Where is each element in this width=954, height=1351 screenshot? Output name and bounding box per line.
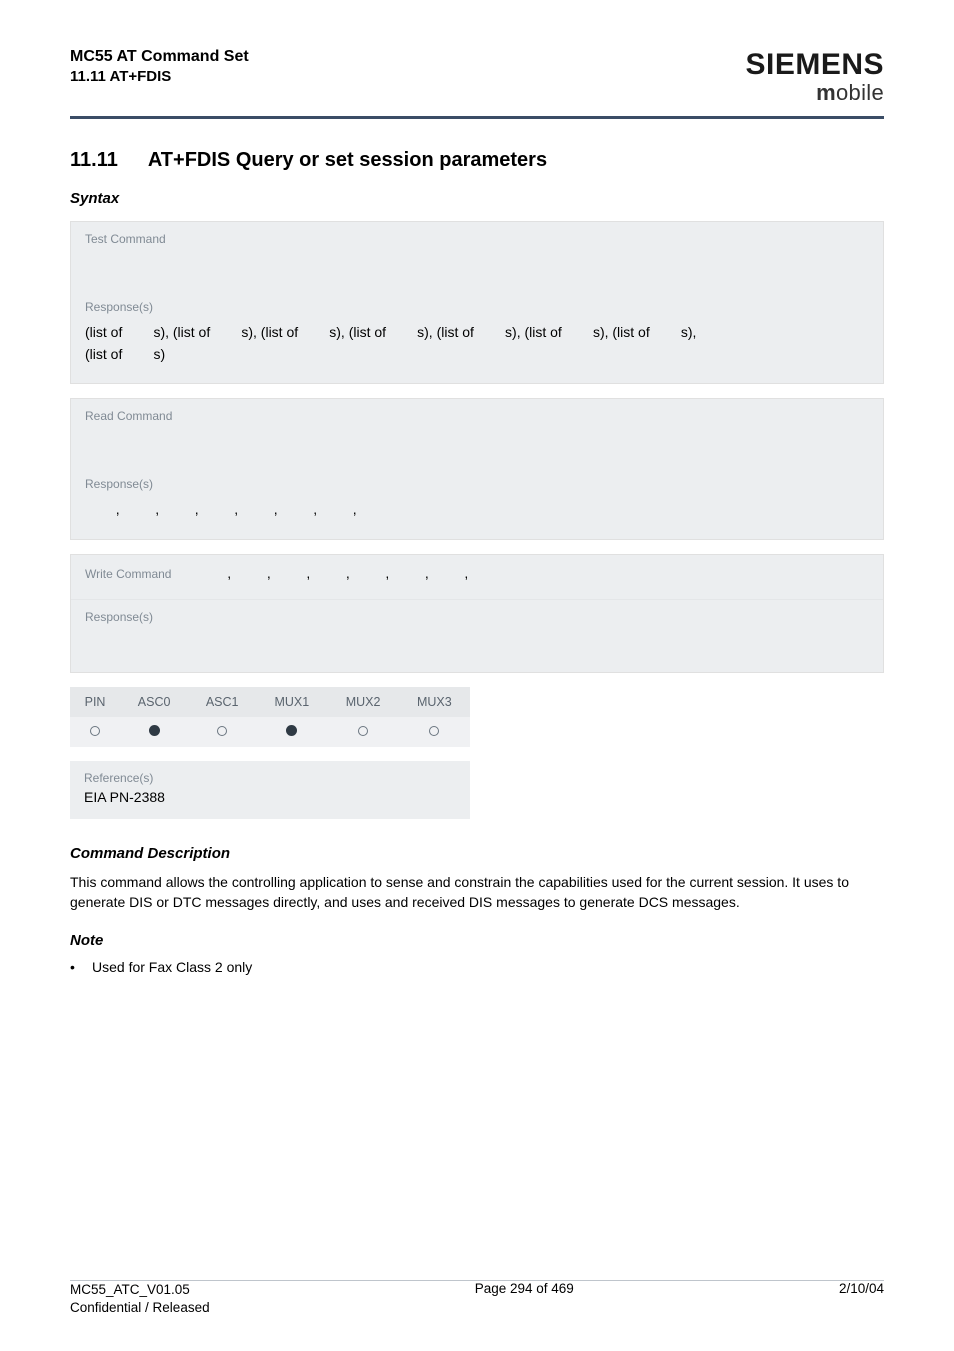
reference-block: Reference(s) EIA PN-2388 bbox=[70, 761, 470, 819]
test-command-block: Test Command Response(s) (list of s), (l… bbox=[70, 221, 884, 384]
col-mux2: MUX2 bbox=[327, 687, 398, 717]
test-command-label: Test Command bbox=[71, 222, 883, 250]
table-row bbox=[70, 717, 470, 747]
footer-version: MC55_ATC_V01.05 bbox=[70, 1281, 210, 1299]
header-left: MC55 AT Command Set 11.11 AT+FDIS bbox=[70, 48, 249, 85]
page-footer: MC55_ATC_V01.05 Confidential / Released … bbox=[70, 1281, 884, 1317]
circle-open-icon bbox=[217, 726, 227, 736]
circle-open-icon bbox=[429, 726, 439, 736]
header-rule bbox=[70, 116, 884, 119]
cell-mux3 bbox=[399, 717, 470, 747]
support-matrix: PIN ASC0 ASC1 MUX1 MUX2 MUX3 bbox=[70, 687, 470, 747]
tagline-rest: obile bbox=[836, 80, 884, 105]
note-bullet-text: Used for Fax Class 2 only bbox=[92, 959, 252, 975]
reference-label: Reference(s) bbox=[70, 761, 470, 787]
footer-left: MC55_ATC_V01.05 Confidential / Released bbox=[70, 1281, 210, 1317]
header-right: SIEMENS mobile bbox=[745, 48, 884, 106]
cell-asc0 bbox=[120, 717, 188, 747]
read-response-body: , , , , , , , bbox=[71, 495, 883, 539]
col-mux3: MUX3 bbox=[399, 687, 470, 717]
col-asc0: ASC0 bbox=[120, 687, 188, 717]
col-asc1: ASC1 bbox=[188, 687, 256, 717]
bullet-icon: • bbox=[70, 959, 78, 975]
section-number: 11.11 bbox=[70, 149, 118, 172]
test-response-line1: (list of s), (list of s), (list of s), (… bbox=[85, 322, 869, 344]
doc-subtitle: 11.11 AT+FDIS bbox=[70, 68, 249, 85]
col-mux1: MUX1 bbox=[256, 687, 327, 717]
test-response-line2: (list of s) bbox=[85, 344, 869, 366]
support-matrix-table: PIN ASC0 ASC1 MUX1 MUX2 MUX3 bbox=[70, 687, 470, 747]
read-command-label: Read Command bbox=[71, 399, 883, 427]
read-response-label: Response(s) bbox=[71, 467, 883, 495]
section-heading: 11.11 AT+FDIS Query or set session param… bbox=[70, 149, 884, 172]
circle-open-icon bbox=[90, 726, 100, 736]
cell-mux2 bbox=[327, 717, 398, 747]
circle-filled-icon bbox=[286, 725, 297, 736]
tagline-m: m bbox=[816, 80, 836, 105]
cell-asc1 bbox=[188, 717, 256, 747]
footer-confidential: Confidential / Released bbox=[70, 1299, 210, 1317]
doc-title: MC55 AT Command Set bbox=[70, 48, 249, 66]
footer-page: Page 294 of 469 bbox=[475, 1281, 574, 1317]
command-description-text: This command allows the controlling appl… bbox=[70, 872, 884, 913]
page-header: MC55 AT Command Set 11.11 AT+FDIS SIEMEN… bbox=[70, 48, 884, 106]
footer-date: 2/10/04 bbox=[839, 1281, 884, 1317]
reference-value: EIA PN-2388 bbox=[70, 787, 470, 819]
write-command-row: Write Command , , , , , , , bbox=[71, 555, 883, 599]
brand-logo: SIEMENS bbox=[745, 48, 884, 82]
write-command-block: Write Command , , , , , , , Response(s) bbox=[70, 554, 884, 673]
test-response-body: (list of s), (list of s), (list of s), (… bbox=[71, 318, 883, 383]
cell-mux1 bbox=[256, 717, 327, 747]
cell-pin bbox=[70, 717, 120, 747]
write-response-body bbox=[71, 628, 883, 672]
read-command-block: Read Command Response(s) , , , , , , , bbox=[70, 398, 884, 540]
command-description-heading: Command Description bbox=[70, 845, 884, 862]
test-response-label: Response(s) bbox=[71, 290, 883, 318]
circle-open-icon bbox=[358, 726, 368, 736]
col-pin: PIN bbox=[70, 687, 120, 717]
write-command-label: Write Command bbox=[85, 567, 171, 581]
write-command-params: , , , , , , , bbox=[205, 565, 468, 581]
note-heading: Note bbox=[70, 932, 884, 949]
section-title: AT+FDIS Query or set session parameters bbox=[148, 149, 547, 172]
note-bullet: • Used for Fax Class 2 only bbox=[70, 959, 884, 975]
brand-tagline: mobile bbox=[745, 80, 884, 106]
syntax-heading: Syntax bbox=[70, 190, 884, 207]
circle-filled-icon bbox=[149, 725, 160, 736]
write-response-label: Response(s) bbox=[71, 599, 883, 628]
